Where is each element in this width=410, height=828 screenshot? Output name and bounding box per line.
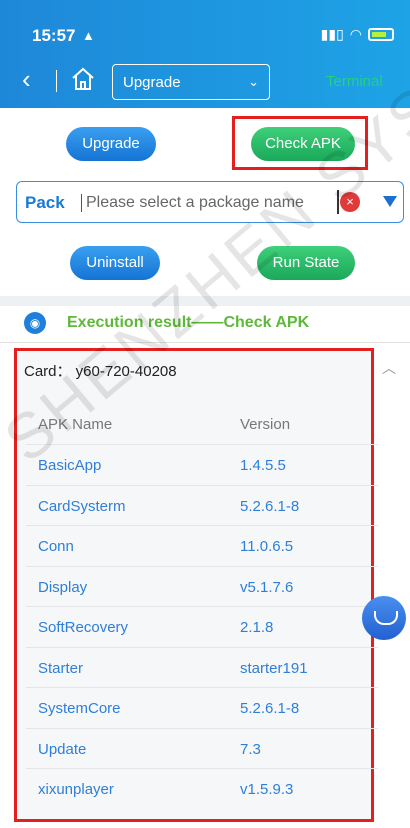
table-row: Update 7.3 (26, 727, 378, 768)
function-select[interactable]: Upgrade ⌄ (112, 64, 270, 100)
apk-version: 1.4.5.5 (240, 457, 286, 474)
column-header-version: Version (240, 416, 291, 433)
table-row: BasicApp 1.4.5.5 (26, 444, 378, 484)
title-divider (0, 342, 410, 343)
battery-icon (368, 28, 394, 41)
apk-name[interactable]: CardSysterm (38, 498, 126, 515)
home-icon[interactable] (70, 66, 98, 94)
table-row: Starter starter191 (26, 646, 378, 687)
upgrade-button[interactable]: Upgrade (66, 127, 156, 161)
apk-name[interactable]: Update (38, 741, 86, 758)
apk-name[interactable]: Starter (38, 660, 83, 677)
wifi-icon: ◠ (349, 26, 362, 42)
status-indicators: ▮▮▯ ◠ (321, 26, 394, 43)
apk-version: 5.2.6.1-8 (240, 700, 300, 717)
person-icon: ▲ (82, 28, 95, 43)
apk-name[interactable]: SoftRecovery (38, 619, 128, 636)
signal-icon: ▮▮▯ (320, 26, 344, 42)
apk-version: starter191 (240, 659, 308, 677)
floating-action-button[interactable] (362, 596, 406, 640)
function-select-value: Upgrade (123, 74, 181, 91)
apk-version: 7.3 (240, 740, 261, 758)
pack-label: Pack (25, 193, 65, 212)
table-row: Display v5.1.7.6 (26, 565, 378, 606)
apk-version: 11.0.6.5 (240, 538, 294, 555)
table-row: SystemCore 5.2.6.1-8 (26, 687, 378, 727)
table-row: SoftRecovery 2.1.8 (26, 606, 378, 646)
apk-version: 5.2.6.1-8 (240, 497, 300, 515)
apk-name[interactable]: SystemCore (38, 700, 121, 717)
table-row: CardSysterm 5.2.6.1-8 (26, 484, 378, 525)
uninstall-button[interactable]: Uninstall (70, 246, 160, 280)
apk-name[interactable]: xixunplayer (38, 781, 114, 798)
chevron-down-icon: ⌄ (248, 74, 259, 89)
apk-name[interactable]: Conn (38, 538, 74, 555)
terminal-label[interactable]: Terminal (326, 73, 383, 90)
table-row: xixunplayer v1.5.9.3 (26, 768, 378, 808)
back-button[interactable]: ‹ (22, 66, 44, 94)
nav-divider (56, 70, 57, 92)
chevron-up-icon[interactable]: ︿ (382, 358, 396, 378)
apk-version: v1.5.9.3 (240, 781, 294, 798)
status-time: 15:57 (32, 26, 76, 45)
dropdown-arrow-icon[interactable] (383, 196, 397, 207)
result-icon: ◉ (24, 312, 46, 334)
table-row: Conn 11.0.6.5 (26, 525, 378, 565)
apk-name[interactable]: Display (38, 579, 87, 596)
app-header: 15:57 ▲ ▮▮▯ ◠ ‹ Upgrade ⌄ Terminal (0, 0, 410, 108)
apk-version: 2.1.8 (240, 619, 274, 636)
apk-version: v5.1.7.6 (240, 578, 294, 596)
